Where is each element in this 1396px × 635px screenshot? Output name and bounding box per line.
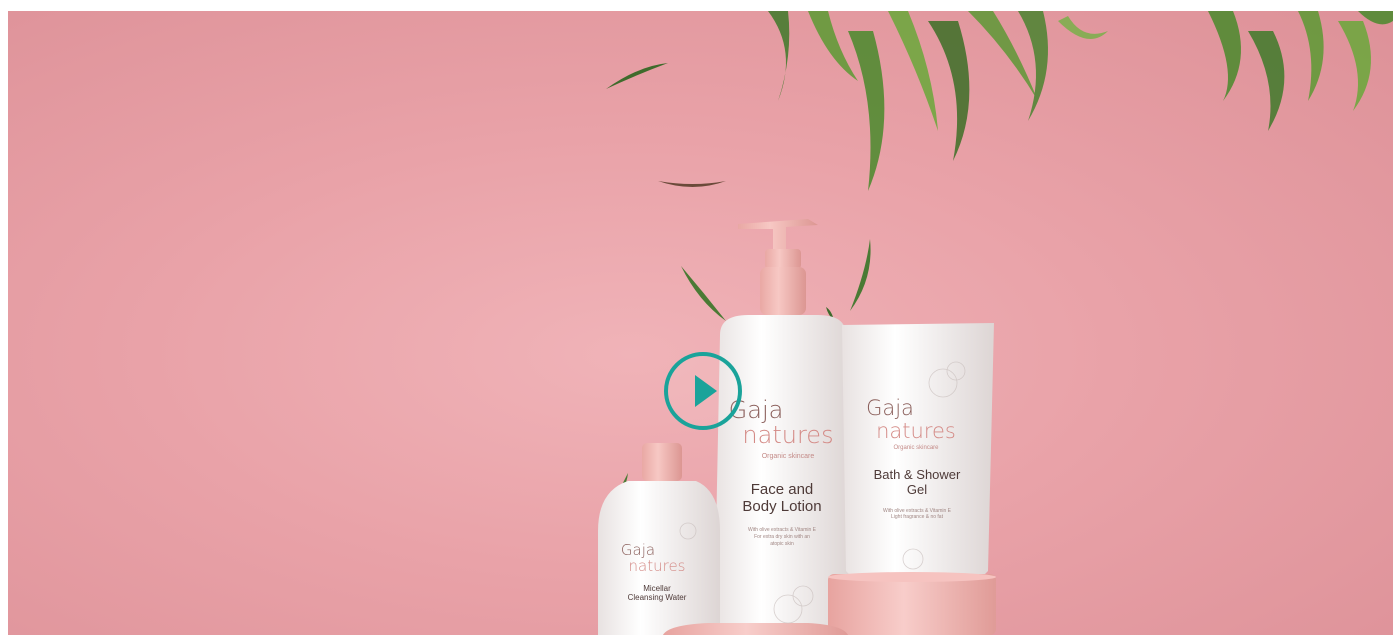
lotion-name-line1: Face and xyxy=(750,481,814,498)
foliage-decoration xyxy=(768,11,1393,191)
cream-jar xyxy=(828,572,996,635)
gel-brand-bottom: natures xyxy=(876,419,956,443)
micellar-name-line1: Micellar xyxy=(643,584,671,593)
lotion-desc-line3: atopic skin xyxy=(770,541,794,547)
product-scene-image xyxy=(598,11,1393,635)
play-icon xyxy=(695,375,717,407)
lotion-desc-line2: For extra dry skin with an xyxy=(754,534,810,540)
micellar-name-line2: Cleansing Water xyxy=(627,593,687,602)
gel-tagline: Organic skincare xyxy=(893,445,939,451)
lotion-tagline: Organic skincare xyxy=(761,453,815,460)
gel-name-line1: Bath & Shower xyxy=(873,467,961,482)
play-button[interactable] xyxy=(664,352,742,430)
lotion-name-line2: Body Lotion xyxy=(742,498,822,515)
shower-gel-tube xyxy=(842,323,994,593)
gel-brand-top: Gaja xyxy=(866,396,914,420)
lotion-desc-line1: With olive extracts & Vitamin E xyxy=(748,527,816,533)
gel-name-line2: Gel xyxy=(906,482,928,497)
micellar-brand-bottom: natures xyxy=(628,557,686,575)
lotion-brand-bottom: natures xyxy=(742,421,834,449)
micellar-bottle xyxy=(598,443,720,635)
video-player[interactable]: Gaja natures Organic skincare Face and B… xyxy=(8,11,1393,635)
soap-dish xyxy=(663,623,848,635)
gel-desc-line2: Light fragrance & no fat xyxy=(891,514,943,520)
